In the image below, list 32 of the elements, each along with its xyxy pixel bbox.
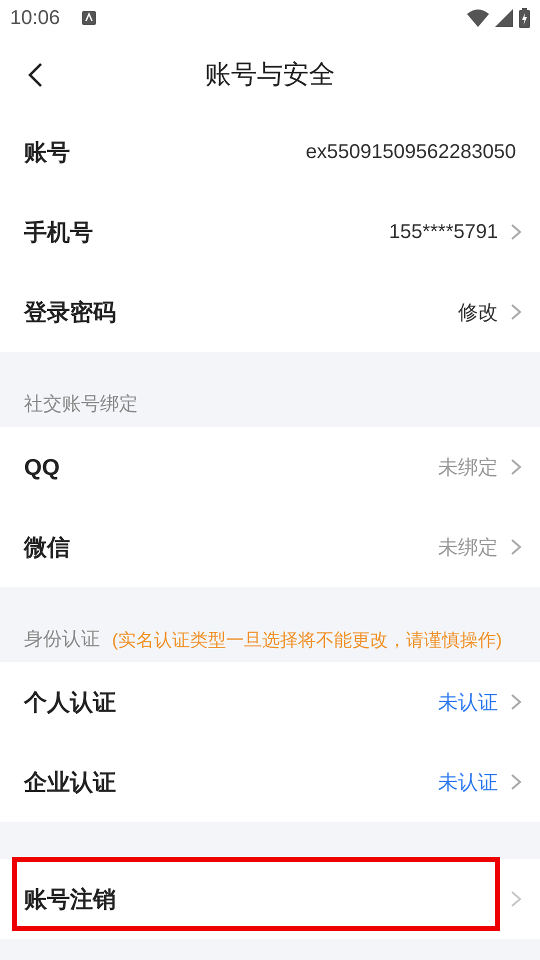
row-label: 微信 — [24, 532, 70, 562]
settings-row[interactable]: 手机号 155****5791 — [0, 192, 540, 272]
row-label: 手机号 — [24, 218, 93, 246]
row-value: 155****5791 — [389, 220, 498, 244]
settings-row[interactable]: 企业认证 未认证 — [0, 742, 540, 822]
section-title: 社交账号绑定 — [24, 393, 138, 417]
row-label: 个人认证 — [24, 688, 116, 716]
settings-row[interactable]: 账号注销 — [0, 859, 540, 939]
row-value: 未绑定 — [438, 456, 498, 480]
section-note: (实名认证类型一旦选择将不能更改，请谨慎操作) — [112, 629, 502, 652]
row-label: 账号注销 — [24, 884, 116, 914]
wifi-icon — [467, 9, 489, 27]
settings-row[interactable]: 微信 未绑定 — [0, 507, 540, 587]
settings-row[interactable]: QQ 未绑定 — [0, 427, 540, 507]
settings-row[interactable]: 个人认证 未认证 — [0, 662, 540, 742]
row-value: ex55091509562283050 — [306, 140, 516, 164]
row-value: 修改 — [458, 300, 498, 326]
row-label: QQ — [24, 454, 60, 480]
signal-icon — [495, 9, 513, 27]
row-label: 账号 — [24, 138, 70, 166]
status-time: 10:06 — [10, 6, 60, 30]
row-label: 登录密码 — [24, 298, 116, 326]
settings-row[interactable]: 账号 ex55091509562283050 — [0, 112, 540, 192]
keyboard-notification-icon — [82, 11, 96, 25]
settings-row[interactable]: 登录密码 修改 — [0, 272, 540, 352]
row-value: 未绑定 — [438, 536, 498, 560]
page-title: 账号与安全 — [205, 58, 335, 90]
row-value: 未认证 — [438, 690, 498, 716]
section-title: 身份认证 — [24, 628, 100, 652]
battery-charging-icon — [519, 8, 530, 28]
row-label: 企业认证 — [24, 768, 116, 796]
row-value: 未认证 — [438, 770, 498, 796]
